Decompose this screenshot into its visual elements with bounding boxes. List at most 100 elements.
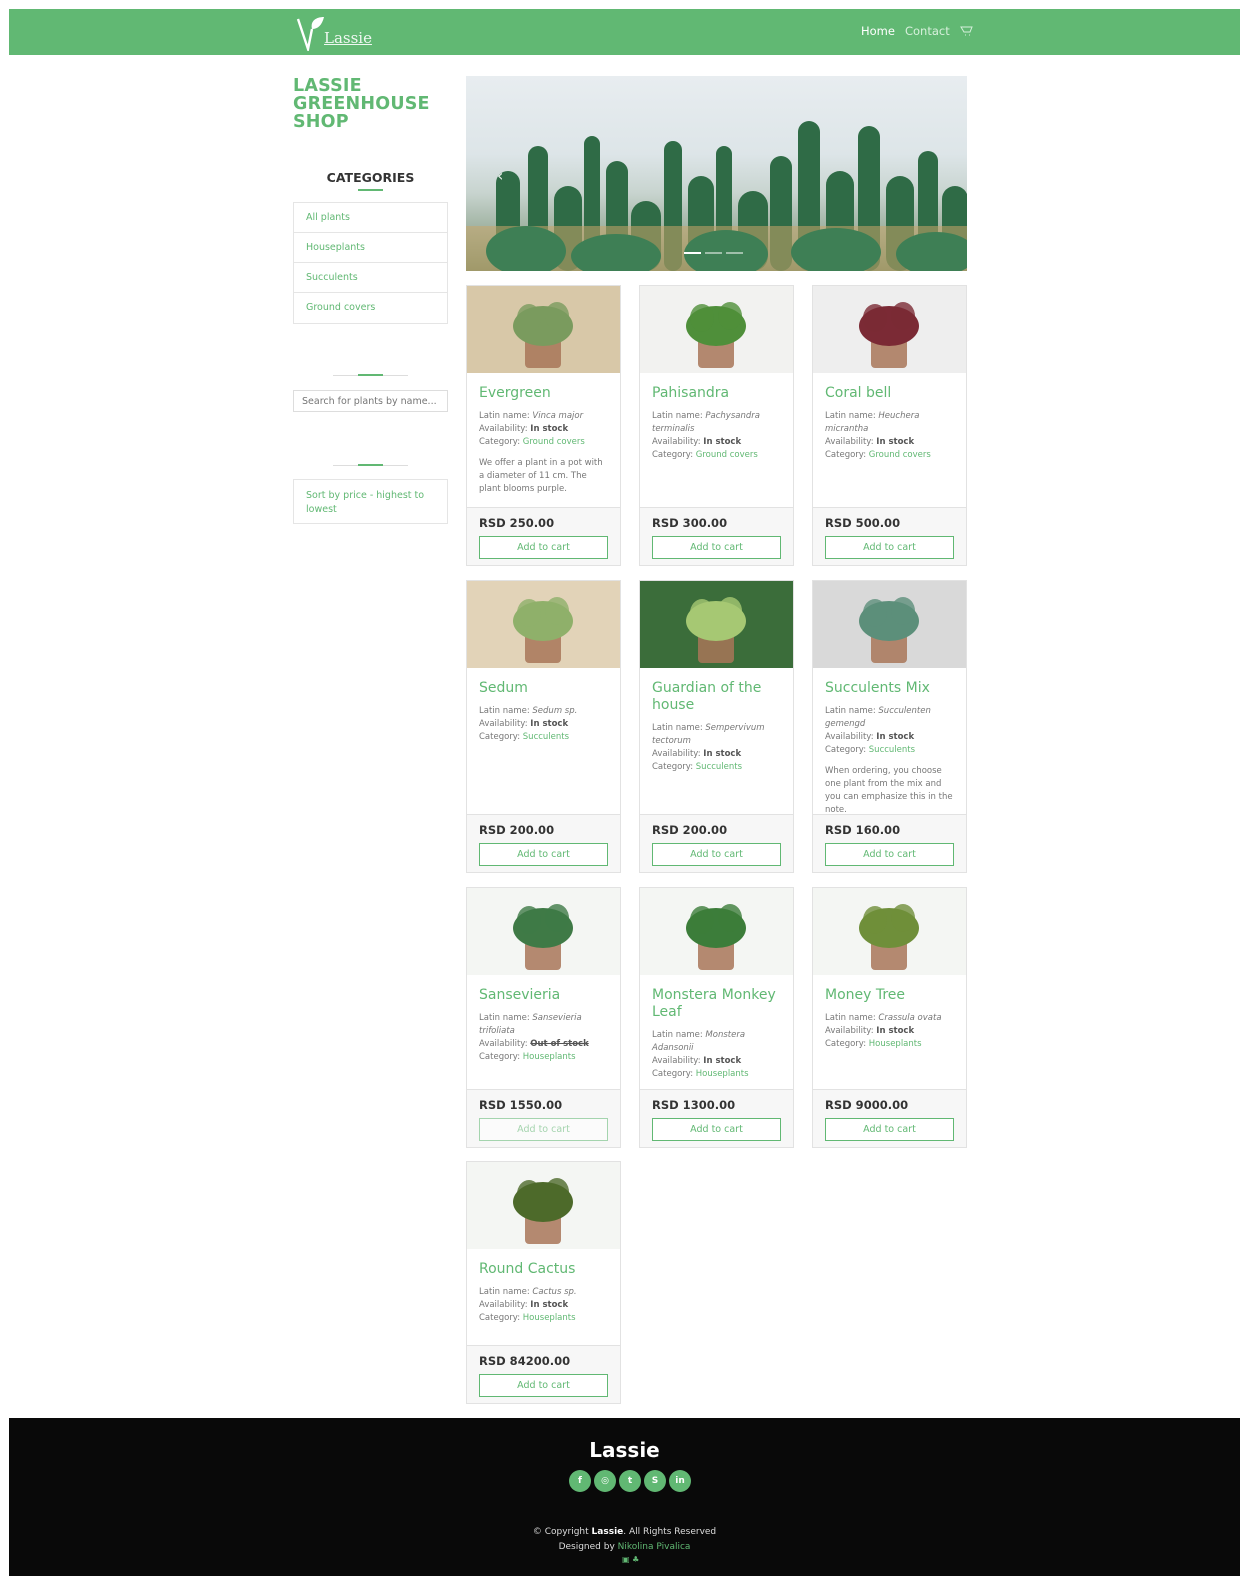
footer: Lassie f ◎ t S in © Copyright Lassie. Al… xyxy=(9,1418,1240,1576)
product-availability: Availability: In stock xyxy=(825,1026,915,1036)
logo[interactable]: Lassie xyxy=(296,15,372,51)
product-price: RSD 500.00 xyxy=(825,516,901,530)
add-to-cart-button[interactable]: Add to cart xyxy=(479,1118,608,1141)
product-card: Coral bell Latin name: Heuchera micranth… xyxy=(812,285,967,566)
product-title[interactable]: Money Tree xyxy=(825,987,954,1004)
product-latin: Latin name: Heuchera micrantha xyxy=(825,411,920,434)
add-to-cart-button[interactable]: Add to cart xyxy=(479,843,608,866)
product-description: We offer a plant in a pot with a diamete… xyxy=(479,458,603,494)
product-card: Evergreen Latin name: Vinca major Availa… xyxy=(466,285,621,566)
product-card: Money Tree Latin name: Crassula ovata Av… xyxy=(812,887,967,1148)
chevron-left-icon[interactable]: ‹ xyxy=(497,166,503,185)
product-title[interactable]: Monstera Monkey Leaf xyxy=(652,987,781,1021)
category-ground-covers[interactable]: Ground covers xyxy=(294,293,447,323)
footer-brand: Lassie xyxy=(589,1438,660,1462)
category-succulents[interactable]: Succulents xyxy=(294,263,447,293)
carousel-indicator[interactable] xyxy=(726,252,743,254)
product-category: Category: Houseplants xyxy=(479,1052,576,1062)
product-image[interactable] xyxy=(640,581,793,668)
product-price: RSD 300.00 xyxy=(652,516,728,530)
product-image[interactable] xyxy=(813,286,966,373)
add-to-cart-button[interactable]: Add to cart xyxy=(825,843,954,866)
add-to-cart-button[interactable]: Add to cart xyxy=(652,536,781,559)
shop-title: LASSIE GREENHOUSE SHOP xyxy=(293,76,430,132)
nav-contact[interactable]: Contact xyxy=(905,24,950,38)
add-to-cart-button[interactable]: Add to cart xyxy=(479,1374,608,1397)
product-title[interactable]: Coral bell xyxy=(825,385,954,402)
add-to-cart-button[interactable]: Add to cart xyxy=(479,536,608,559)
product-card: Guardian of the house Latin name: Semper… xyxy=(639,580,794,873)
product-description: When ordering, you choose one plant from… xyxy=(825,766,953,815)
add-to-cart-button[interactable]: Add to cart xyxy=(825,1118,954,1141)
product-category: Category: Houseplants xyxy=(479,1313,576,1323)
cart-icon[interactable] xyxy=(959,25,974,37)
twitter-icon[interactable]: t xyxy=(619,1470,641,1492)
product-category: Category: Ground covers xyxy=(825,450,931,460)
product-title[interactable]: Sansevieria xyxy=(479,987,608,1004)
product-image[interactable] xyxy=(467,888,620,975)
sort-by-price[interactable]: Sort by price - highest to lowest xyxy=(293,479,448,524)
instagram-icon[interactable]: ◎ xyxy=(594,1470,616,1492)
product-image[interactable] xyxy=(467,1162,620,1249)
product-availability: Availability: In stock xyxy=(479,1300,569,1310)
product-title[interactable]: Succulents Mix xyxy=(825,680,954,697)
product-card: Sansevieria Latin name: Sansevieria trif… xyxy=(466,887,621,1148)
copyright: © Copyright Lassie. All Rights Reserved xyxy=(532,1527,717,1537)
add-to-cart-button[interactable]: Add to cart xyxy=(652,1118,781,1141)
product-availability: Availability: In stock xyxy=(652,749,742,759)
add-to-cart-button[interactable]: Add to cart xyxy=(825,536,954,559)
product-category: Category: Houseplants xyxy=(652,1069,749,1079)
product-image[interactable] xyxy=(467,581,620,668)
product-category: Category: Ground covers xyxy=(652,450,758,460)
category-list: All plants Houseplants Succulents Ground… xyxy=(293,202,448,324)
product-category: Category: Succulents xyxy=(652,762,743,772)
product-image[interactable] xyxy=(640,286,793,373)
product-availability: Availability: In stock xyxy=(825,437,915,447)
product-title[interactable]: Sedum xyxy=(479,680,608,697)
skype-icon[interactable]: S xyxy=(644,1470,666,1492)
product-footer: RSD 200.00 Add to cart xyxy=(467,814,620,872)
product-latin: Latin name: Sempervivum tectorum xyxy=(652,723,765,746)
product-footer: RSD 200.00 Add to cart xyxy=(640,814,793,872)
leaf-logo-icon xyxy=(296,17,324,51)
product-category: Category: Houseplants xyxy=(825,1039,922,1049)
product-availability: Availability: In stock xyxy=(652,1056,742,1066)
product-title[interactable]: Evergreen xyxy=(479,385,608,402)
designer-link[interactable]: Nikolina Pivalica xyxy=(618,1542,691,1552)
divider-accent xyxy=(358,374,383,376)
product-image[interactable] xyxy=(467,286,620,373)
designed-by: Designed by Nikolina Pivalica xyxy=(558,1542,691,1552)
product-price: RSD 200.00 xyxy=(479,823,555,837)
product-image[interactable] xyxy=(813,888,966,975)
carousel-indicator[interactable] xyxy=(684,252,701,254)
product-card: Round Cactus Latin name: Cactus sp. Avai… xyxy=(466,1161,621,1404)
product-price: RSD 200.00 xyxy=(652,823,728,837)
search-input[interactable] xyxy=(293,390,448,412)
main-nav: Home Contact xyxy=(861,24,974,38)
product-footer: RSD 84200.00 Add to cart xyxy=(467,1345,620,1403)
product-image[interactable] xyxy=(640,888,793,975)
product-availability: Availability: In stock xyxy=(479,424,569,434)
product-price: RSD 84200.00 xyxy=(479,1354,571,1368)
facebook-icon[interactable]: f xyxy=(569,1470,591,1492)
product-title[interactable]: Round Cactus xyxy=(479,1261,608,1278)
product-availability: Availability: In stock xyxy=(479,719,569,729)
product-footer: RSD 1300.00 Add to cart xyxy=(640,1089,793,1147)
product-footer: RSD 250.00 Add to cart xyxy=(467,507,620,565)
product-title[interactable]: Pahisandra xyxy=(652,385,781,402)
carousel-indicator[interactable] xyxy=(705,252,722,254)
nav-home[interactable]: Home xyxy=(861,24,895,38)
category-houseplants[interactable]: Houseplants xyxy=(294,233,447,263)
product-latin: Latin name: Succulenten gemengd xyxy=(825,706,931,729)
social-links: f ◎ t S in xyxy=(569,1470,691,1492)
add-to-cart-button[interactable]: Add to cart xyxy=(652,843,781,866)
product-price: RSD 9000.00 xyxy=(825,1098,909,1112)
product-image[interactable] xyxy=(813,581,966,668)
page: Lassie Home Contact LASSIE GREENHOUSE SH… xyxy=(9,9,1240,1576)
product-title[interactable]: Guardian of the house xyxy=(652,680,781,714)
linkedin-icon[interactable]: in xyxy=(669,1470,691,1492)
product-price: RSD 160.00 xyxy=(825,823,901,837)
product-latin: Latin name: Vinca major xyxy=(479,411,584,421)
product-footer: RSD 160.00 Add to cart xyxy=(813,814,966,872)
category-all-plants[interactable]: All plants xyxy=(294,203,447,233)
